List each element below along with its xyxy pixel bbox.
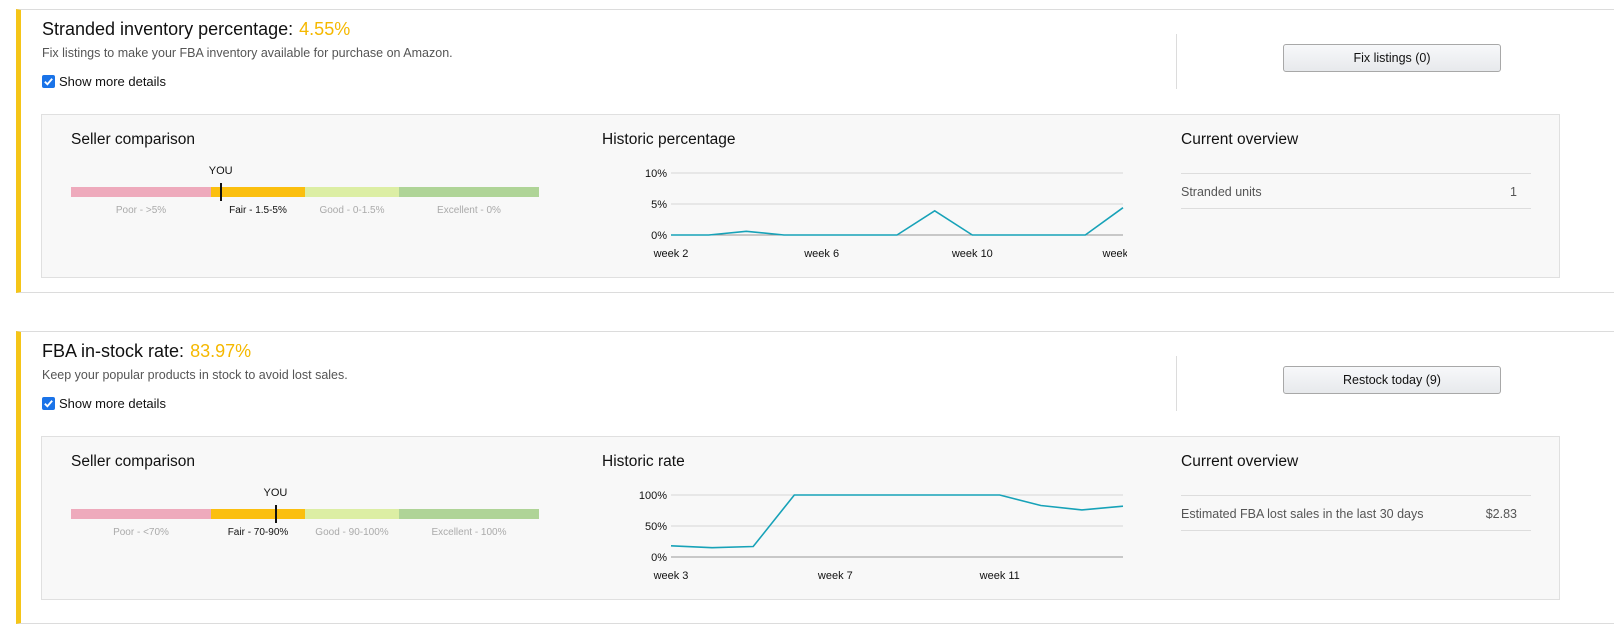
seller-comparison-title: Seller comparison	[71, 453, 196, 470]
overview-row: Estimated FBA lost sales in the last 30 …	[1181, 495, 1531, 531]
segment-label-fair: Fair - 1.5-5%	[229, 205, 287, 216]
checkbox[interactable]	[42, 75, 55, 88]
restock-today-button[interactable]: Restock today (9)	[1283, 366, 1501, 394]
card-subtitle: Keep your popular products in stock to a…	[42, 368, 348, 382]
series-line	[670, 494, 1124, 549]
divider	[1176, 34, 1177, 89]
show-details-label: Show more details	[59, 396, 166, 411]
historic-chart-title: Historic percentage	[602, 131, 736, 148]
data-point	[916, 494, 919, 497]
overview-row-value: 1	[1510, 185, 1517, 199]
segment-label-poor: Poor - <70%	[113, 527, 169, 538]
current-overview-title: Current overview	[1181, 453, 1299, 470]
segment-label-excellent: Excellent - 100%	[431, 527, 507, 538]
x-tick-label: week 7	[817, 570, 853, 582]
y-tick-label: 50%	[645, 521, 667, 533]
overview-row-label: Estimated FBA lost sales in the last 30 …	[1181, 507, 1424, 521]
overview-row-value: $2.83	[1485, 507, 1517, 521]
x-tick-label: week 3	[653, 570, 689, 582]
data-point	[745, 230, 748, 233]
show-details-label: Show more details	[59, 74, 166, 89]
y-tick-label: 0%	[651, 230, 667, 242]
x-tick-label: week 11	[979, 570, 1020, 582]
x-tick-label: week 6	[803, 248, 839, 260]
x-tick-label: week 2	[653, 248, 689, 260]
details-panel: Seller comparison Poor - <70% Fair - 70-…	[41, 436, 1560, 600]
show-details-toggle[interactable]: Show more details	[42, 74, 166, 89]
data-point	[858, 234, 861, 237]
you-marker	[219, 183, 222, 201]
y-tick-label: 5%	[651, 199, 667, 211]
data-point	[896, 234, 899, 237]
data-point	[1009, 234, 1012, 237]
historic-chart-title: Historic rate	[602, 453, 685, 470]
data-point	[793, 494, 796, 497]
segment-poor	[71, 509, 211, 519]
segment-poor	[71, 187, 211, 197]
overview-row-label: Stranded units	[1181, 185, 1262, 199]
data-point	[1084, 234, 1087, 237]
segment-good	[305, 509, 399, 519]
data-point	[957, 494, 960, 497]
data-point	[834, 494, 837, 497]
historic-line-chart: 10% 5% 0% week 2 week 6 week 10 week 14	[645, 168, 1127, 260]
y-tick-label: 10%	[645, 168, 667, 180]
stranded-inventory-card: Stranded inventory percentage: 4.55% Fix …	[16, 9, 1614, 293]
data-point	[933, 209, 936, 212]
data-point	[1046, 234, 1049, 237]
seller-comparison-title: Seller comparison	[71, 131, 196, 148]
data-point	[711, 546, 714, 549]
data-point	[820, 234, 823, 237]
you-label: YOU	[208, 165, 233, 177]
data-point	[1039, 504, 1042, 507]
segment-good	[305, 187, 399, 197]
segment-label-fair: Fair - 70-90%	[227, 527, 289, 538]
checkmark-icon	[44, 400, 53, 408]
data-point	[875, 494, 878, 497]
card-title: FBA in-stock rate: 83.97%	[42, 341, 251, 362]
data-point	[670, 234, 673, 237]
show-details-toggle[interactable]: Show more details	[42, 396, 166, 411]
data-point	[971, 234, 974, 237]
you-marker	[274, 505, 277, 523]
segment-label-good: Good - 90-100%	[315, 527, 389, 538]
x-tick-label: week 14	[1102, 248, 1127, 260]
series-line	[671, 207, 1124, 236]
data-point	[1080, 508, 1083, 511]
segment-label-good: Good - 0-1.5%	[319, 205, 385, 216]
segment-label-poor: Poor - >5%	[115, 205, 167, 216]
data-point	[998, 494, 1001, 497]
data-point	[670, 544, 673, 547]
metric-value: 83.97%	[190, 341, 252, 361]
fix-listings-button[interactable]: Fix listings (0)	[1283, 44, 1501, 72]
card-subtitle: Fix listings to make your FBA inventory …	[42, 46, 453, 60]
data-point	[752, 545, 755, 548]
checkmark-icon	[44, 78, 53, 86]
checkbox[interactable]	[42, 397, 55, 410]
fba-in-stock-card: FBA in-stock rate: 83.97% Keep your popul…	[16, 331, 1614, 624]
you-label: YOU	[263, 487, 288, 499]
segment-excellent	[399, 509, 539, 519]
y-tick-label: 100%	[639, 490, 667, 502]
data-point	[1122, 505, 1125, 508]
segment-label-excellent: Excellent - 0%	[437, 205, 501, 216]
segment-fair	[211, 187, 305, 197]
y-tick-label: 0%	[651, 552, 667, 564]
card-title: Stranded inventory percentage: 4.55%	[42, 19, 350, 40]
historic-line-chart: 100% 50% 0% week 3 week 7 week 11	[639, 490, 1125, 582]
data-point	[783, 234, 786, 237]
card-title-label: Stranded inventory percentage:	[42, 19, 294, 39]
x-tick-label: week 10	[951, 248, 993, 260]
metric-value: 4.55%	[299, 19, 351, 39]
segment-fair	[211, 509, 305, 519]
data-point	[707, 234, 710, 237]
segment-excellent	[399, 187, 539, 197]
overview-row: Stranded units 1	[1181, 173, 1531, 209]
card-title-label: FBA in-stock rate:	[42, 341, 185, 361]
divider	[1176, 356, 1177, 411]
details-panel: Seller comparison Poor - >5% Fair - 1.5-…	[41, 114, 1560, 278]
current-overview-title: Current overview	[1181, 131, 1299, 148]
data-point	[1122, 206, 1125, 209]
